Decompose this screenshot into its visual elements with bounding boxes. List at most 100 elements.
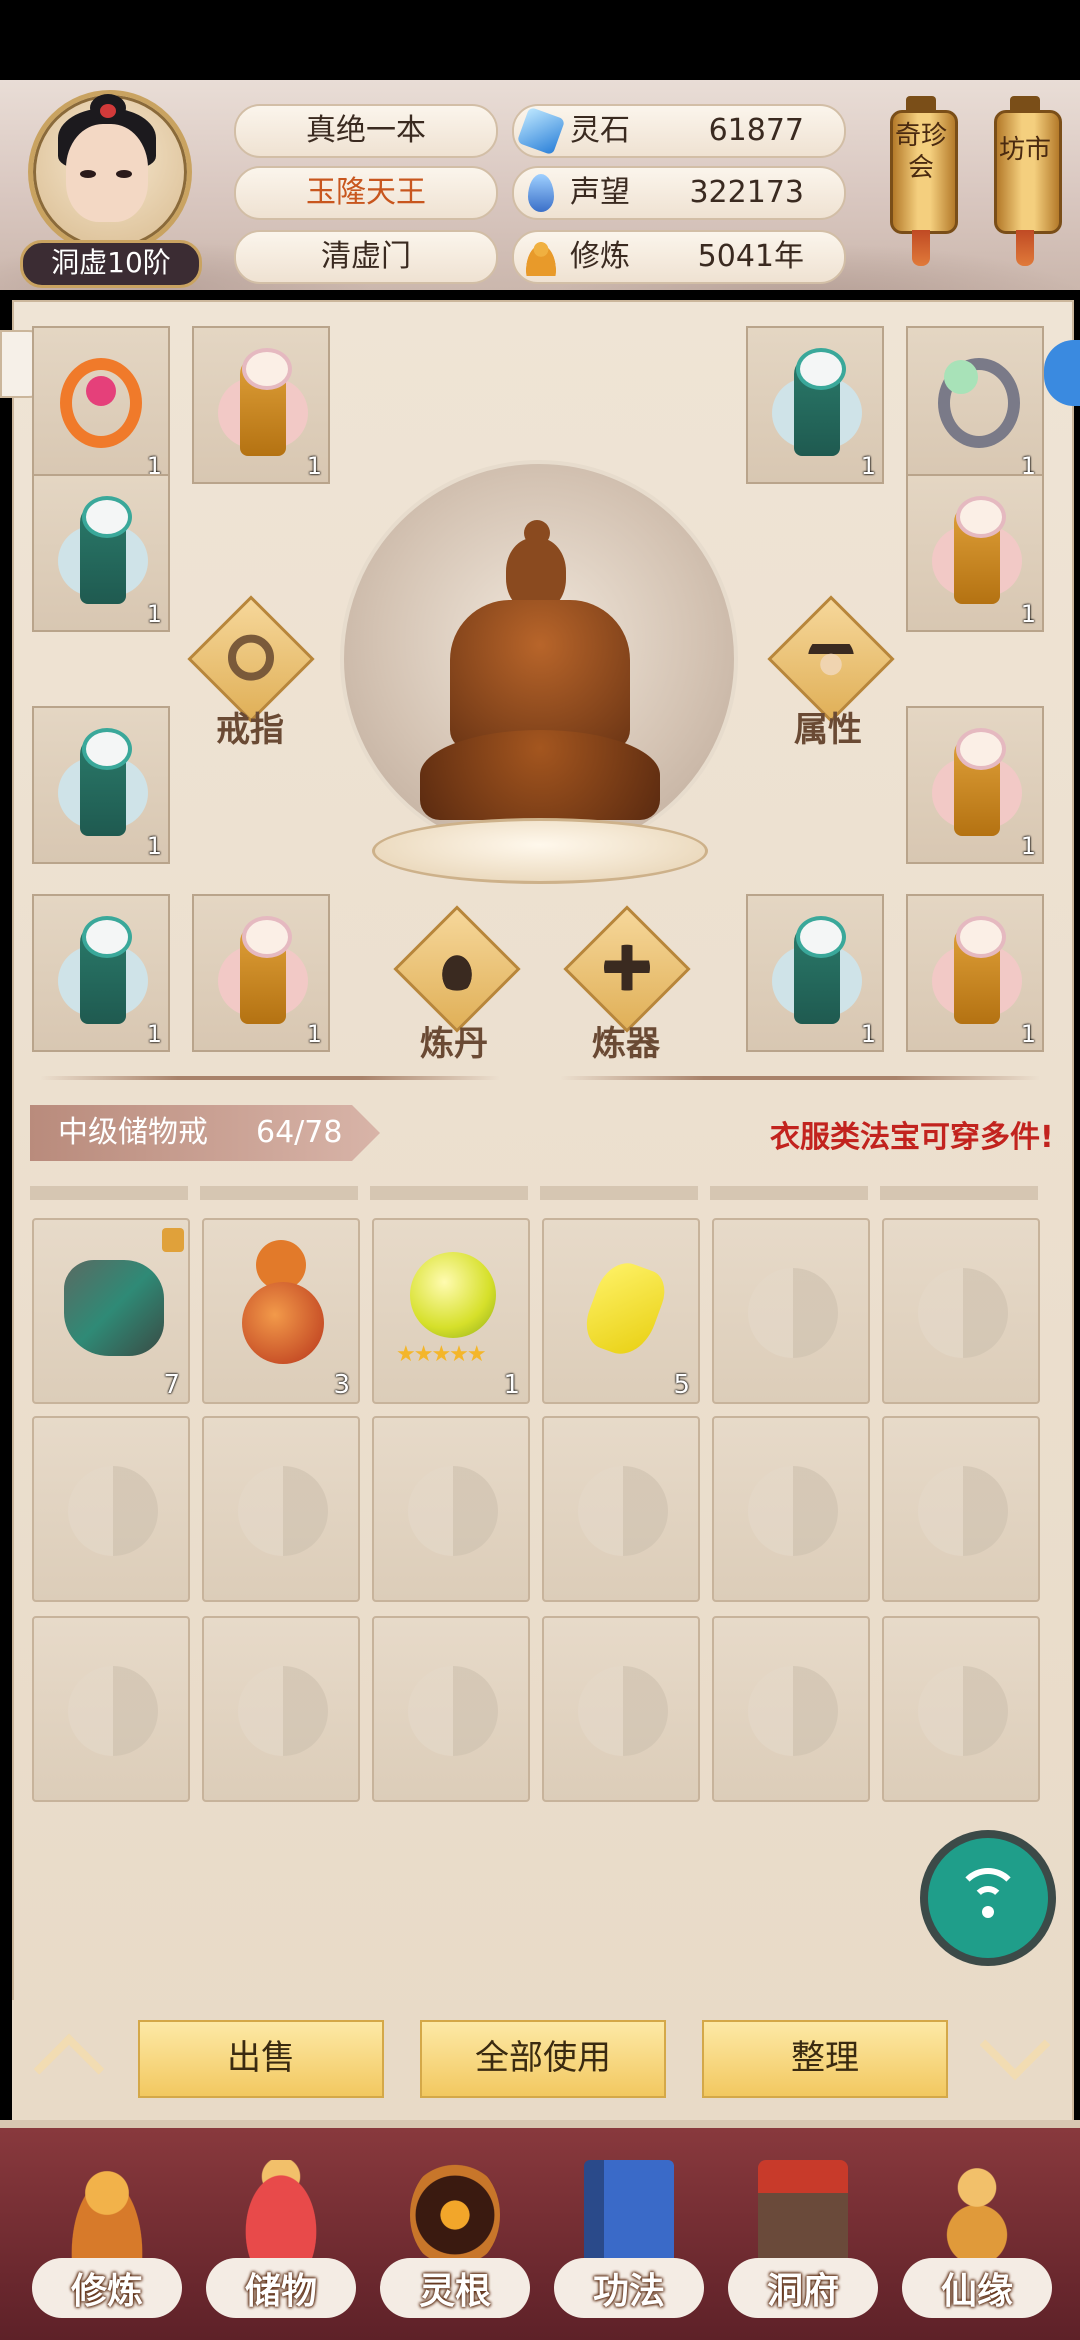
storage-ring-tab[interactable]: 中级储物戒 64/78 [30,1105,380,1161]
equip-slot-ring[interactable]: 1 [32,326,170,484]
nav-storage[interactable]: 储物 [196,2150,356,2340]
yin-yang-icon [408,1666,498,1756]
orange-ring-icon [60,358,142,448]
inventory-slot-empty[interactable] [202,1616,360,1802]
forge-button[interactable] [563,905,691,1033]
use-all-button[interactable]: 全部使用 [420,2020,666,2098]
prestige-icon [528,174,554,212]
yin-yang-icon [68,1466,158,1556]
inventory-slot-empty[interactable] [882,1416,1040,1602]
teal-robe-icon [58,496,148,612]
cauldron-icon [434,944,480,991]
nav-destiny[interactable]: 仙缘 [892,2150,1052,2340]
golden-robe-icon [932,916,1022,1032]
golden-robe-icon [932,728,1022,844]
inventory-slot-empty[interactable] [32,1616,190,1802]
stat-prestige: 声望 322173 [512,166,846,220]
sell-button[interactable]: 出售 [138,2020,384,2098]
orb-icon [410,1252,496,1338]
equip-slot-robe[interactable]: 1 [192,894,330,1052]
nav-techniques[interactable]: 功法 [544,2150,704,2340]
silver-ring-icon [938,358,1020,448]
meditating-figure [420,520,660,840]
player-name: 真绝一本 [234,104,498,158]
yin-yang-icon [918,1268,1008,1358]
equip-slot-robe[interactable]: 1 [746,326,884,484]
star-rating-icon: ★★★★★ [396,1342,487,1367]
ore-icon [64,1260,164,1356]
forge-label: 炼器 [592,1024,660,1064]
cultivation-icon [522,238,560,276]
scroll-up-arrow-icon[interactable] [30,2030,110,2105]
equip-slot-ring[interactable]: 1 [906,326,1044,484]
floating-wifi-button[interactable] [920,1830,1056,1966]
equip-slot-robe[interactable]: 1 [32,474,170,632]
equip-slot-robe[interactable]: 1 [906,474,1044,632]
spirit-root-icon [410,2160,500,2270]
cultivation-figure-icon [62,2160,152,2270]
pedestal [372,818,708,884]
attributes-label: 属性 [794,710,862,750]
yin-yang-icon [578,1466,668,1556]
nav-cave-dwelling[interactable]: 洞府 [718,2150,878,2340]
stat-spirit-stone: 灵石 61877 [512,104,846,158]
equip-slot-robe[interactable]: 1 [32,706,170,864]
yin-yang-icon [748,1268,838,1358]
inventory-slot-empty[interactable] [32,1416,190,1602]
alchemy-button[interactable] [393,905,521,1033]
inventory-slot[interactable]: 3 [202,1218,360,1404]
inventory-slot[interactable]: ★★★★★ 1 [372,1218,530,1404]
inventory-slot-empty[interactable] [542,1616,700,1802]
inventory-slot-empty[interactable] [882,1218,1040,1404]
inventory-slot-empty[interactable] [202,1416,360,1602]
yin-yang-icon [748,1466,838,1556]
inventory-slot-empty[interactable] [372,1616,530,1802]
lock-icon [162,1228,184,1252]
yin-yang-icon [918,1666,1008,1756]
inventory-slot-empty[interactable] [712,1416,870,1602]
yin-yang-icon [238,1466,328,1556]
inventory-slot-empty[interactable] [712,1218,870,1404]
equip-slot-robe[interactable]: 1 [906,706,1044,864]
spirit-stone-icon [516,106,566,156]
market-lantern[interactable]: 坊市 [994,96,1062,266]
inventory-scroll-edge [30,1186,1042,1200]
treasure-auction-lantern[interactable]: 奇珍会 [890,96,958,266]
equip-slot-robe[interactable]: 1 [746,894,884,1052]
equip-slot-robe[interactable]: 1 [192,326,330,484]
nav-cultivation[interactable]: 修炼 [22,2150,182,2340]
gold-nugget-icon [578,1255,672,1363]
gourd-icon [932,2160,1022,2270]
equip-slot-robe[interactable]: 1 [906,894,1044,1052]
inventory-slot-empty[interactable] [372,1416,530,1602]
pouch-icon [236,2160,326,2270]
inventory-slot[interactable]: 5 [542,1218,700,1404]
player-sect: 清虚门 [234,230,498,284]
divider [560,1076,1040,1080]
teal-robe-icon [772,348,862,464]
yin-yang-icon [748,1666,838,1756]
pavilion-icon [758,2160,848,2270]
attributes-button[interactable] [767,595,895,723]
ring-button[interactable] [187,595,315,723]
yin-yang-icon [408,1466,498,1556]
inventory-slot-empty[interactable] [882,1616,1040,1802]
cultivation-rank-badge: 洞虚10阶 [20,240,202,288]
golden-robe-icon [932,496,1022,612]
nav-spirit-root[interactable]: 灵根 [370,2150,530,2340]
ring-icon [228,634,274,681]
storage-hint: 衣服类法宝可穿多件! [770,1120,1054,1155]
book-icon [584,2160,674,2270]
inventory-slot[interactable]: 7 [32,1218,190,1404]
teal-robe-icon [58,916,148,1032]
player-title: 玉隆天王 [234,166,498,220]
equip-slot-robe[interactable]: 1 [32,894,170,1052]
yin-yang-icon [578,1666,668,1756]
divider [40,1076,500,1080]
inventory-slot-empty[interactable] [712,1616,870,1802]
anvil-icon [604,944,650,991]
golden-robe-icon [218,916,308,1032]
sort-button[interactable]: 整理 [702,2020,948,2098]
scroll-down-arrow-icon[interactable] [976,2009,1056,2081]
inventory-slot-empty[interactable] [542,1416,700,1602]
